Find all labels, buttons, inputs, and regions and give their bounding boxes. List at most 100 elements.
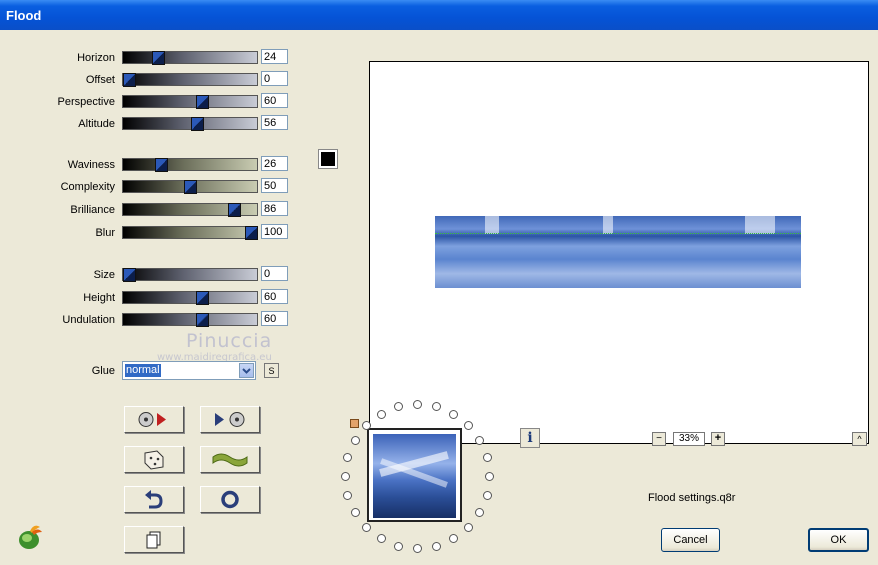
- slider-track-blur[interactable]: [122, 226, 258, 240]
- slider-track-undulation[interactable]: [122, 313, 258, 327]
- slider-thumb-waviness[interactable]: [155, 158, 168, 172]
- slider-thumb-brilliance[interactable]: [228, 203, 241, 217]
- slider-row-size: Size 0: [0, 266, 300, 284]
- dial-dot[interactable]: [475, 436, 484, 445]
- slider-row-complexity: Complexity 50: [0, 178, 300, 196]
- slider-label-offset: Offset: [85, 74, 115, 86]
- window-title: Flood: [6, 8, 42, 23]
- slider-thumb-complexity[interactable]: [184, 180, 197, 194]
- glue-select[interactable]: normal: [122, 361, 256, 380]
- slider-value-undulation[interactable]: 60: [261, 311, 288, 326]
- dial-dot[interactable]: [483, 453, 492, 462]
- slider-label-blur: Blur: [95, 227, 115, 239]
- collapse-label: ^: [857, 434, 862, 444]
- dial-dot[interactable]: [449, 534, 458, 543]
- dialog-body: Horizon 24 Offset 0 Perspective 60 Altitude 56 W…: [0, 30, 878, 565]
- slider-value-perspective[interactable]: 60: [261, 93, 288, 108]
- slider-label-perspective: Perspective: [57, 96, 115, 108]
- zoom-out-button[interactable]: −: [652, 432, 666, 446]
- slider-label-height: Height: [83, 292, 115, 304]
- slider-thumb-offset[interactable]: [123, 73, 136, 87]
- slider-track-horizon[interactable]: [122, 51, 258, 65]
- slider-track-waviness[interactable]: [122, 158, 258, 172]
- slider-value-brilliance[interactable]: 86: [261, 201, 288, 216]
- slider-label-waviness: Waviness: [67, 159, 115, 171]
- slider-row-brilliance: Brilliance 86: [0, 201, 300, 219]
- dial-dot[interactable]: [464, 421, 473, 430]
- slider-value-blur[interactable]: 100: [261, 224, 288, 239]
- dial-dot[interactable]: [413, 544, 422, 553]
- slider-thumb-undulation[interactable]: [196, 313, 209, 327]
- circle-button[interactable]: [200, 486, 260, 513]
- play-button[interactable]: [200, 406, 260, 433]
- slider-value-waviness[interactable]: 26: [261, 156, 288, 171]
- thumbnail-navigator[interactable]: [367, 428, 462, 522]
- dial-dot[interactable]: [394, 402, 403, 411]
- zoom-level: 33%: [673, 432, 705, 446]
- slider-thumb-height[interactable]: [196, 291, 209, 305]
- slider-value-height[interactable]: 60: [261, 289, 288, 304]
- slider-track-size[interactable]: [122, 268, 258, 282]
- slider-row-offset: Offset 0: [0, 71, 300, 89]
- wave-button[interactable]: [200, 446, 260, 473]
- slider-thumb-horizon[interactable]: [152, 51, 165, 65]
- slider-value-offset[interactable]: 0: [261, 71, 288, 86]
- cancel-label: Cancel: [673, 534, 708, 546]
- dial-dot[interactable]: [394, 542, 403, 551]
- random-button[interactable]: [124, 446, 184, 473]
- dial-dot[interactable]: [343, 453, 352, 462]
- info-button[interactable]: i: [520, 428, 540, 448]
- dial-dot[interactable]: [483, 491, 492, 500]
- slider-track-altitude[interactable]: [122, 117, 258, 131]
- slider-value-horizon[interactable]: 24: [261, 49, 288, 64]
- slider-track-offset[interactable]: [122, 73, 258, 87]
- dial-dot[interactable]: [362, 523, 371, 532]
- slider-thumb-size[interactable]: [123, 268, 136, 282]
- color-swatch[interactable]: [318, 149, 338, 169]
- slider-value-complexity[interactable]: 50: [261, 178, 288, 193]
- copy-button[interactable]: [124, 526, 184, 553]
- dial-dot[interactable]: [432, 542, 441, 551]
- dial-dot[interactable]: [432, 402, 441, 411]
- dial-dot[interactable]: [362, 421, 371, 430]
- slider-row-perspective: Perspective 60: [0, 93, 300, 111]
- zoom-in-button[interactable]: +: [711, 432, 725, 446]
- slider-value-altitude[interactable]: 56: [261, 115, 288, 130]
- dial-dot[interactable]: [377, 534, 386, 543]
- dial-dot[interactable]: [377, 410, 386, 419]
- preview-image: [435, 216, 801, 288]
- slider-row-blur: Blur 100: [0, 224, 300, 242]
- slider-track-brilliance[interactable]: [122, 203, 258, 217]
- cancel-button[interactable]: Cancel: [661, 528, 720, 552]
- collapse-button[interactable]: ^: [852, 432, 867, 446]
- undo-button[interactable]: [124, 486, 184, 513]
- watermark-name: Pinuccia: [186, 330, 273, 352]
- chevron-down-icon[interactable]: [239, 363, 254, 378]
- thumbnail-handle[interactable]: [350, 419, 359, 428]
- dial-dot[interactable]: [413, 400, 422, 409]
- dial-dot[interactable]: [343, 491, 352, 500]
- glue-label: Glue: [91, 365, 115, 377]
- slider-thumb-blur[interactable]: [245, 226, 258, 240]
- zoom-minus-label: −: [656, 433, 662, 444]
- glue-value: normal: [125, 364, 161, 377]
- slider-value-size[interactable]: 0: [261, 266, 288, 281]
- settings-file-label: Flood settings.q8r: [648, 492, 736, 504]
- dial-dot[interactable]: [341, 472, 350, 481]
- reset-button[interactable]: [124, 406, 184, 433]
- dial-dot[interactable]: [475, 508, 484, 517]
- slider-thumb-altitude[interactable]: [191, 117, 204, 131]
- dial-dot[interactable]: [351, 436, 360, 445]
- zoom-value: 33%: [678, 433, 699, 444]
- ok-button[interactable]: OK: [808, 528, 869, 552]
- slider-track-height[interactable]: [122, 291, 258, 305]
- dial-dot[interactable]: [351, 508, 360, 517]
- slider-track-complexity[interactable]: [122, 180, 258, 194]
- glue-s-button[interactable]: S: [264, 363, 279, 378]
- preview-canvas[interactable]: [369, 61, 869, 444]
- dial-dot[interactable]: [485, 472, 494, 481]
- dial-dot[interactable]: [464, 523, 473, 532]
- slider-track-perspective[interactable]: [122, 95, 258, 109]
- dial-dot[interactable]: [449, 410, 458, 419]
- slider-thumb-perspective[interactable]: [196, 95, 209, 109]
